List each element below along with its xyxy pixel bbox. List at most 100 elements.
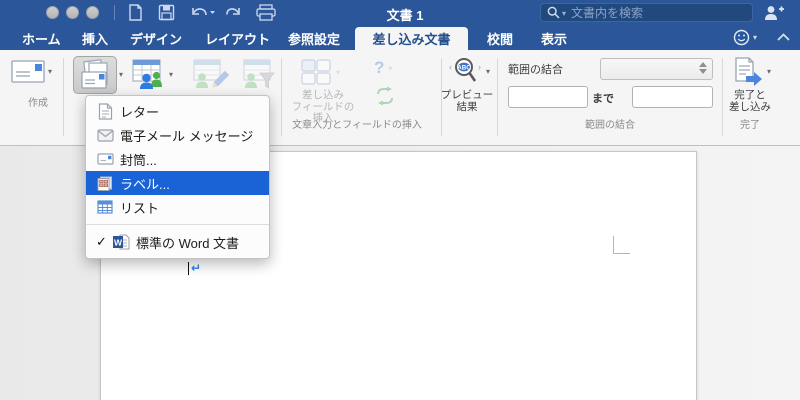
titlebar: 文書 1 ▾ [0, 0, 800, 25]
collapse-ribbon-icon[interactable] [776, 32, 791, 42]
menu-item-label: 電子メール メッセージ [120, 128, 254, 144]
menu-item-normal-word-document[interactable]: ✓ W 標準の Word 文書 [86, 230, 269, 254]
smiley-caret: ▾ [753, 33, 758, 42]
menu-item-label: 封筒... [120, 152, 157, 168]
share-person-add-icon[interactable] [763, 5, 785, 21]
select-recipients-button[interactable]: ▾ [132, 58, 173, 90]
text-cursor [188, 262, 189, 275]
tab-mailings-active[interactable]: 差し込み文書 [355, 27, 468, 50]
menu-item-label: レター [120, 104, 160, 120]
menu-item-directory[interactable]: リスト [86, 195, 269, 219]
feedback-smiley-button[interactable]: ▾ [733, 29, 757, 46]
group-separator [281, 58, 282, 136]
window-title: 文書 1 [386, 8, 424, 23]
menu-item-labels-highlighted[interactable]: ラベル... [86, 171, 269, 195]
merge-range-to-label: まで [592, 93, 614, 105]
print-icon[interactable] [255, 4, 277, 22]
preview-results-button[interactable]: ‹ › ABC ▾ [449, 57, 490, 87]
preview-magnifier-abc-icon: ‹ › ABC [449, 58, 481, 82]
preview-results-label: プレビュー 結果 [440, 89, 494, 113]
menu-item-label: ラベル... [120, 176, 170, 192]
checkmark-icon: ✓ [96, 234, 107, 249]
recipients-table-people-icon [132, 59, 162, 89]
merge-range-group-label: 範囲の結合 [585, 120, 635, 131]
edit-recipient-list-button [193, 58, 230, 95]
start-mail-merge-caret[interactable]: ▾ [119, 70, 123, 79]
titlebar-divider [114, 5, 115, 20]
menu-item-label: リスト [120, 200, 160, 216]
mail-merge-documents-icon [81, 59, 108, 89]
select-recipients-caret: ▾ [169, 70, 174, 79]
svg-text:›: › [478, 62, 481, 72]
insert-merge-field-caret: ▾ [336, 68, 341, 77]
minimize-window-button[interactable] [66, 6, 79, 19]
close-window-button[interactable] [46, 6, 59, 19]
group-separator [722, 58, 723, 136]
search-icon [547, 6, 560, 19]
letter-icon [96, 102, 114, 120]
envelope-icon [96, 153, 114, 165]
rules-caret: ▾ [388, 64, 393, 73]
menu-separator [86, 224, 269, 225]
menu-item-letters[interactable]: レター [86, 99, 269, 123]
merge-range-combobox[interactable] [600, 58, 713, 80]
finish-group-label: 完了 [740, 120, 760, 131]
undo-icon[interactable] [189, 4, 215, 21]
finish-merge-icon [735, 57, 762, 86]
filter-recipients-button [243, 58, 277, 95]
svg-text:W: W [114, 237, 123, 247]
menu-item-email-messages[interactable]: 電子メール メッセージ [86, 123, 269, 147]
group-separator [63, 58, 64, 136]
start-mail-merge-button[interactable] [73, 56, 117, 94]
insert-merge-field-button: ▾ [300, 58, 340, 86]
merge-range-to-input[interactable] [632, 86, 713, 108]
smiley-icon [733, 29, 750, 46]
word-window: 文書 1 ▾ ホーム 挿入 デザイン レイアウト 参照設定 差し込み文書 校閲 … [0, 0, 800, 400]
group-separator [497, 58, 498, 136]
insert-merge-field-icon [301, 59, 331, 85]
email-icon [96, 128, 114, 142]
labels-icon [96, 176, 114, 191]
merge-range-from-input[interactable] [508, 86, 588, 108]
word-document-icon: W [112, 234, 130, 250]
rules-question-icon: ? [374, 58, 385, 77]
new-document-icon[interactable] [127, 4, 144, 21]
search-scope-caret[interactable]: ▾ [562, 9, 566, 18]
paragraph-mark: ↵ [191, 261, 202, 275]
search-field[interactable]: ▾ [540, 3, 753, 22]
rules-button: ? ▾ [374, 58, 392, 78]
merge-range-header-label: 範囲の結合 [508, 64, 563, 76]
update-labels-button [374, 86, 396, 111]
envelope-icon [11, 60, 45, 83]
filter-recipients-icon [243, 59, 275, 89]
tab-review[interactable]: 校閲 [487, 29, 513, 48]
zoom-window-button[interactable] [86, 6, 99, 19]
tab-home[interactable]: ホーム [22, 29, 61, 48]
tab-design[interactable]: デザイン [130, 29, 182, 48]
create-group-label: 作成 [28, 98, 48, 109]
tab-references[interactable]: 参照設定 [288, 29, 340, 48]
tab-insert[interactable]: 挿入 [82, 29, 108, 48]
preview-results-caret: ▾ [486, 67, 491, 76]
svg-text:ABC: ABC [457, 65, 471, 72]
menu-item-label: 標準の Word 文書 [136, 235, 240, 251]
svg-text:‹: ‹ [449, 62, 452, 72]
tab-view[interactable]: 表示 [541, 29, 567, 48]
update-labels-icon [377, 86, 393, 106]
search-input[interactable] [571, 5, 722, 20]
redo-icon[interactable] [226, 4, 243, 21]
finish-merge-button[interactable]: ▾ [732, 57, 771, 87]
create-caret: ▾ [48, 67, 53, 76]
tab-layout[interactable]: レイアウト [205, 29, 270, 48]
edit-recipients-icon [193, 59, 230, 88]
finish-merge-label: 完了と 差し込み [729, 89, 771, 113]
create-envelope-button[interactable]: ▾ [10, 58, 52, 86]
menu-item-envelopes[interactable]: 封筒... [86, 147, 269, 171]
stepper-icon[interactable] [699, 62, 707, 74]
list-icon [96, 200, 114, 214]
write-insert-group-label: 文章入力とフィールドの挿入 [292, 120, 422, 131]
save-icon[interactable] [158, 4, 175, 21]
margin-corner-mark [613, 236, 630, 254]
start-mail-merge-menu: レター 電子メール メッセージ 封筒... ラベル... リスト ✓ W 標準の… [85, 95, 270, 259]
ribbon-tab-bar: ホーム 挿入 デザイン レイアウト 参照設定 差し込み文書 校閲 表示 ▾ [0, 25, 800, 50]
